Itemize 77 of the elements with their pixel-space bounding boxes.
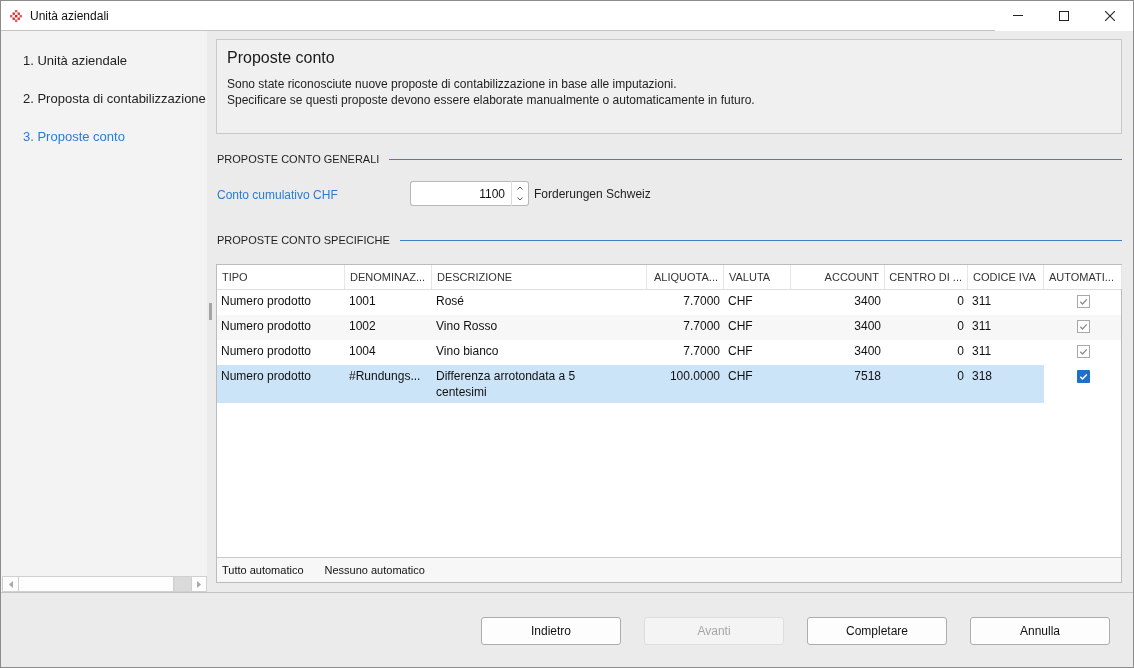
table-cell-text: 1001: [348, 293, 377, 310]
column-header[interactable]: AUTOMATI...: [1049, 268, 1114, 286]
maximize-icon: [1059, 10, 1069, 21]
table-cell-text: Numero prodotto: [220, 368, 313, 385]
wizard-step[interactable]: 2. Proposta di contabilizzazione: [23, 91, 206, 107]
table-cell-text: 1002: [348, 318, 377, 335]
column-header[interactable]: DESCRIZIONE: [437, 268, 513, 286]
description-text: Sono state riconosciute nuove proposte di contabilizzazione in base alle imputazioni.: [227, 76, 677, 92]
window-title: Unità aziendali: [30, 7, 109, 25]
section-title: PROPOSTE CONTO SPECIFICHE: [217, 233, 390, 247]
table-cell-text: 7.7000: [682, 318, 721, 335]
table-row[interactable]: Numero prodotto #Rundungs... Differenza arrotondata a 5 centesimi 100.0000 CHF 7518 0 318: [217, 365, 1044, 403]
table-cell-text: 0: [956, 368, 965, 385]
table-cell-text: 0: [956, 293, 965, 310]
splitter-grip[interactable]: [209, 303, 212, 320]
checkbox[interactable]: [1076, 370, 1090, 383]
table-cell-text: Numero prodotto: [220, 293, 313, 310]
panel-title: Proposte conto: [227, 48, 335, 68]
checkbox[interactable]: [1076, 295, 1090, 308]
wizard-step[interactable]: 1. Unità aziendale: [23, 53, 128, 69]
dotted-diamond-icon: [10, 9, 22, 22]
column-header[interactable]: DENOMINAZ...: [350, 268, 426, 286]
table-cell-text: 3400: [853, 293, 882, 310]
table-cell-text: 311: [971, 318, 993, 335]
table-cell-text: Vino Rosso: [435, 318, 499, 335]
table-cell-text: CHF: [727, 318, 754, 335]
action-link[interactable]: Tutto automatico: [222, 561, 304, 579]
minimize-icon: [1013, 15, 1023, 16]
table-cell-text: 100.0000: [668, 368, 721, 385]
table-cell-text: 7.7000: [682, 343, 721, 360]
horizontal-scrollbar[interactable]: [2, 576, 207, 592]
field-label: Conto cumulativo CHF: [217, 187, 338, 202]
table-cell-text: Numero prodotto: [220, 318, 313, 335]
table-cell-text: Vino bianco: [435, 343, 500, 360]
caret-left-icon: [8, 580, 13, 588]
column-header[interactable]: ALIQUOTA...: [654, 268, 718, 286]
scroll-right-button[interactable]: [191, 577, 206, 591]
table-cell-text: Numero prodotto: [220, 343, 313, 360]
table-cell-text: 7.7000: [682, 293, 721, 310]
table-cell-text: CHF: [727, 293, 754, 310]
chevron-down-icon: [517, 197, 523, 201]
column-header[interactable]: CODICE IVA: [973, 268, 1036, 286]
table-cell-text: CHF: [727, 368, 754, 385]
table-cell-text: Differenza arrotondata a 5 centesimi: [435, 368, 577, 401]
checkbox[interactable]: [1076, 320, 1090, 333]
close-icon: [1105, 10, 1115, 21]
dialog-button[interactable]: Indietro: [481, 617, 621, 645]
table-cell-text: 1004: [348, 343, 377, 360]
section-title: PROPOSTE CONTO GENERALI: [217, 152, 380, 166]
dialog-button[interactable]: Annulla: [970, 617, 1110, 645]
table-cell-text: 318: [971, 368, 994, 385]
table-cell-text: 0: [956, 318, 965, 335]
table-cell-text: 311: [971, 343, 993, 360]
column-header[interactable]: ACCOUNT: [824, 268, 879, 286]
table-cell-text: 7518: [853, 368, 882, 385]
table-row[interactable]: Numero prodotto 1002 Vino Rosso 7.7000 CHF 3400 0 311: [217, 315, 1044, 340]
table-cell-text: 0: [956, 343, 965, 360]
chevron-up-icon: [517, 185, 523, 190]
checkbox[interactable]: [1076, 345, 1090, 358]
table-cell-text: 3400: [853, 318, 882, 335]
table-cell-text: #Rundungs...: [348, 368, 422, 385]
table-cell-text: 311: [971, 293, 993, 310]
table-cell-text: 3400: [853, 343, 882, 360]
account-description: Forderungen Schweiz: [534, 185, 651, 203]
dialog-button[interactable]: Completare: [807, 617, 947, 645]
column-header[interactable]: CENTRO DI ...: [889, 268, 962, 286]
column-header[interactable]: TIPO: [222, 268, 248, 286]
number-field[interactable]: 1100: [410, 181, 511, 206]
scrollbar-thumb[interactable]: [19, 577, 174, 591]
column-header[interactable]: VALUTA: [729, 268, 771, 286]
wizard-step[interactable]: 3. Proposte conto: [23, 129, 125, 145]
scroll-left-button[interactable]: [3, 577, 19, 591]
table-cell-text: CHF: [727, 343, 754, 360]
table-cell-text: Rosé: [435, 293, 465, 310]
description-text: Specificare se questi proposte devono essere elaborate manualmente o automaticamente in futuro.: [227, 92, 755, 108]
caret-right-icon: [197, 580, 201, 588]
action-link[interactable]: Nessuno automatico: [324, 561, 425, 579]
